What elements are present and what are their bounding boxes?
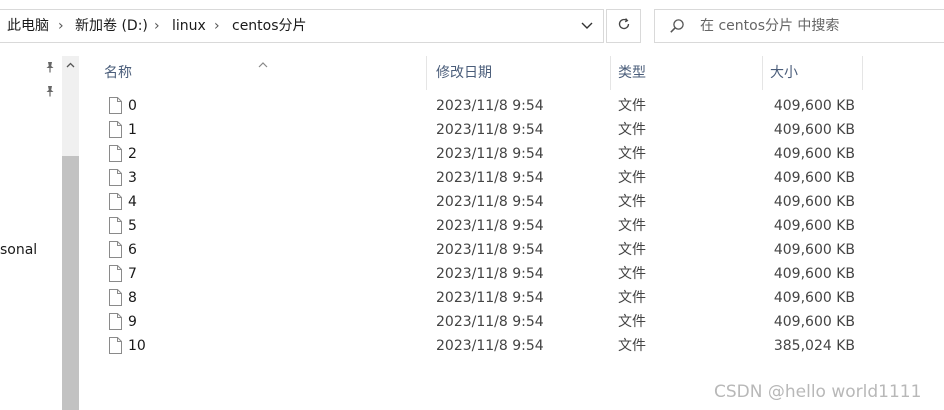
column-divider[interactable] [762,56,763,90]
file-icon [109,313,122,334]
file-modified-date: 2023/11/8 9:54 [436,146,544,162]
table-row[interactable]: 5 2023/11/8 9:54 文件 409,600 KB [80,214,944,238]
table-row[interactable]: 1 2023/11/8 9:54 文件 409,600 KB [80,118,944,142]
file-modified-date: 2023/11/8 9:54 [436,266,544,282]
file-icon [109,169,122,190]
file-size: 409,600 KB [773,314,855,330]
file-size: 385,024 KB [773,338,855,354]
file-type: 文件 [618,194,646,210]
column-divider[interactable] [426,56,427,90]
file-icon [109,121,122,142]
file-modified-date: 2023/11/8 9:54 [436,194,544,210]
pin-icon[interactable] [44,85,56,101]
table-row[interactable]: 6 2023/11/8 9:54 文件 409,600 KB [80,238,944,262]
watermark: CSDN @hello world1111 [714,382,922,402]
file-name: 1 [128,122,137,138]
table-row[interactable]: 10 2023/11/8 9:54 文件 385,024 KB [80,334,944,358]
file-modified-date: 2023/11/8 9:54 [436,290,544,306]
search-box[interactable]: 在 centos分片 中搜索 [654,9,944,43]
pin-icon[interactable] [44,61,56,77]
file-name: 8 [128,290,137,306]
file-type: 文件 [618,218,646,234]
table-row[interactable]: 8 2023/11/8 9:54 文件 409,600 KB [80,286,944,310]
file-size: 409,600 KB [773,290,855,306]
column-header-size[interactable]: 大小 [770,56,798,90]
file-name: 3 [128,170,137,186]
chevron-right-icon[interactable]: › [154,10,160,42]
table-row[interactable]: 2 2023/11/8 9:54 文件 409,600 KB [80,142,944,166]
file-size: 409,600 KB [773,146,855,162]
file-name: 5 [128,218,137,234]
file-size: 409,600 KB [773,218,855,234]
file-type: 文件 [618,338,646,354]
file-icon [109,241,122,262]
address-bar[interactable]: 此电脑 › 新加卷 (D:) › linux › centos分片 [0,9,604,43]
file-modified-date: 2023/11/8 9:54 [436,170,544,186]
file-modified-date: 2023/11/8 9:54 [436,98,544,114]
file-type: 文件 [618,290,646,306]
column-header-name[interactable]: 名称 [104,56,132,90]
file-size: 409,600 KB [773,266,855,282]
breadcrumb-drive-d[interactable]: 新加卷 (D:) [75,10,148,42]
column-header: 名称 修改日期 类型 大小 [80,56,944,90]
file-size: 409,600 KB [773,122,855,138]
file-icon [109,193,122,214]
navigation-pane: sonal [0,56,80,410]
file-size: 409,600 KB [773,194,855,210]
file-size: 409,600 KB [773,170,855,186]
search-icon [669,18,685,38]
file-name: 7 [128,266,137,282]
file-type: 文件 [618,266,646,282]
file-icon [109,337,122,358]
table-row[interactable]: 7 2023/11/8 9:54 文件 409,600 KB [80,262,944,286]
file-type: 文件 [618,170,646,186]
file-type: 文件 [618,242,646,258]
column-divider[interactable] [862,56,863,90]
toolbar: 此电脑 › 新加卷 (D:) › linux › centos分片 在 cent… [0,0,944,56]
file-icon [109,289,122,310]
chevron-right-icon[interactable]: › [58,10,64,42]
file-icon [109,97,122,118]
file-modified-date: 2023/11/8 9:54 [436,338,544,354]
column-divider[interactable] [610,56,611,90]
file-name: 10 [128,338,146,354]
file-modified-date: 2023/11/8 9:54 [436,218,544,234]
chevron-down-icon[interactable] [574,10,600,42]
breadcrumb-centos[interactable]: centos分片 [232,10,307,42]
breadcrumb-this-pc[interactable]: 此电脑 [7,10,49,42]
table-row[interactable]: 3 2023/11/8 9:54 文件 409,600 KB [80,166,944,190]
scroll-up-arrow[interactable] [62,56,79,74]
file-size: 409,600 KB [773,242,855,258]
column-header-type[interactable]: 类型 [618,56,646,90]
refresh-button[interactable] [606,9,641,43]
breadcrumb-linux[interactable]: linux [172,10,206,42]
chevron-right-icon[interactable]: › [214,10,220,42]
file-type: 文件 [618,98,646,114]
file-name: 0 [128,98,137,114]
file-icon [109,265,122,286]
file-modified-date: 2023/11/8 9:54 [436,242,544,258]
file-name: 2 [128,146,137,162]
nav-scrollbar-thumb[interactable] [62,156,79,410]
nav-item-label[interactable]: sonal [0,242,37,258]
refresh-icon [617,17,631,35]
file-icon [109,217,122,238]
search-input[interactable]: 在 centos分片 中搜索 [700,10,839,42]
file-size: 409,600 KB [773,98,855,114]
file-type: 文件 [618,314,646,330]
file-type: 文件 [618,122,646,138]
file-name: 6 [128,242,137,258]
file-name: 4 [128,194,137,210]
file-modified-date: 2023/11/8 9:54 [436,122,544,138]
table-row[interactable]: 4 2023/11/8 9:54 文件 409,600 KB [80,190,944,214]
file-name: 9 [128,314,137,330]
column-header-date[interactable]: 修改日期 [436,56,492,90]
file-icon [109,145,122,166]
table-row[interactable]: 9 2023/11/8 9:54 文件 409,600 KB [80,310,944,334]
file-type: 文件 [618,146,646,162]
table-row[interactable]: 0 2023/11/8 9:54 文件 409,600 KB [80,94,944,118]
file-modified-date: 2023/11/8 9:54 [436,314,544,330]
